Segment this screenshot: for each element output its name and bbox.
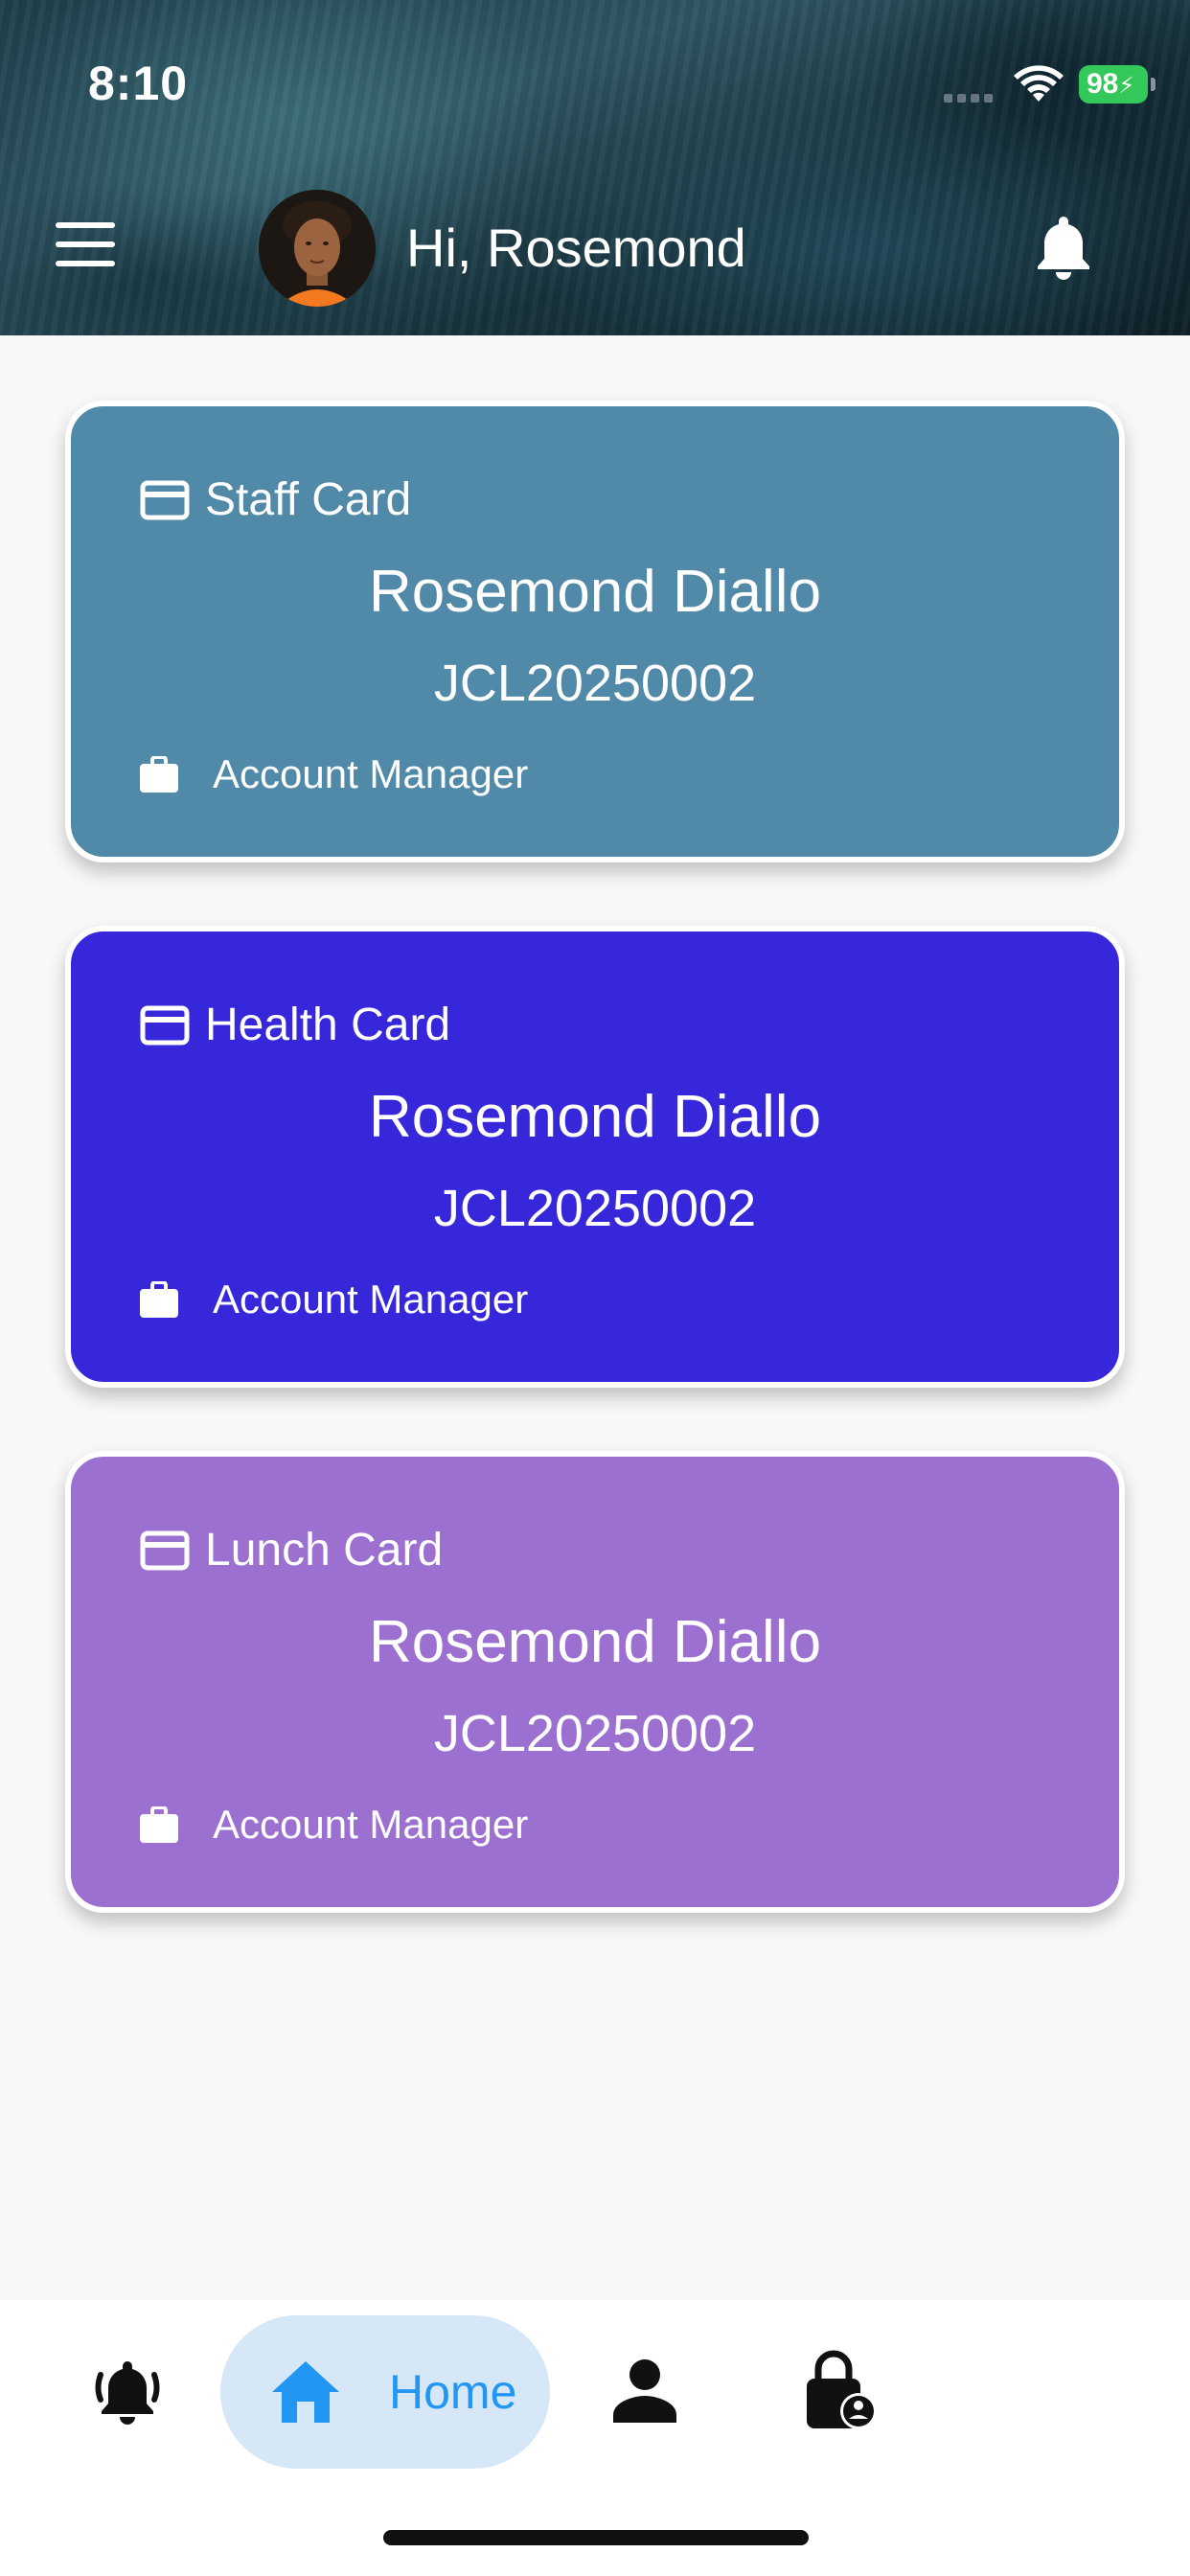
card-type: Lunch Card: [140, 1524, 443, 1576]
card-type-label: Lunch Card: [205, 1525, 444, 1576]
card-id-number: JCL20250002: [433, 655, 757, 712]
card-role: Account Manager: [140, 1276, 528, 1322]
bell-icon[interactable]: [1033, 213, 1094, 280]
header: 8:10 98⚡ Hi, Rosemond: [0, 0, 1190, 335]
greeting-text: Hi, Rosemond: [406, 218, 746, 278]
briefcase-icon: [140, 756, 178, 793]
nav-home-label: Home: [389, 2365, 517, 2419]
credit-card-icon: [140, 1005, 190, 1045]
wifi-icon: [1014, 65, 1064, 102]
battery-icon: 98⚡: [1079, 65, 1156, 104]
credit-card-icon: [140, 1530, 190, 1570]
home-indicator[interactable]: [383, 2530, 809, 2545]
card-type: Health Card: [140, 999, 450, 1051]
lunch-card[interactable]: Lunch Card Rosemond Diallo JCL20250002 A…: [65, 1451, 1125, 1913]
notification-bell-icon[interactable]: [92, 2356, 163, 2426]
card-role: Account Manager: [140, 1802, 528, 1848]
card-type-label: Staff Card: [205, 474, 412, 525]
cellular-signal-icon: [944, 90, 997, 107]
briefcase-icon: [140, 1281, 178, 1318]
card-id-number: JCL20250002: [433, 1705, 757, 1762]
card-type-label: Health Card: [205, 1000, 451, 1050]
card-role: Account Manager: [140, 751, 528, 797]
avatar-image: [259, 190, 376, 307]
health-card[interactable]: Health Card Rosemond Diallo JCL20250002 …: [65, 926, 1125, 1388]
battery-level: 98: [1087, 68, 1119, 100]
card-holder-name: Rosemond Diallo: [368, 1609, 822, 1675]
staff-card[interactable]: Staff Card Rosemond Diallo JCL20250002 A…: [65, 401, 1125, 862]
card-holder-name: Rosemond Diallo: [368, 1084, 822, 1150]
card-type: Staff Card: [140, 473, 411, 526]
briefcase-icon: [140, 1806, 178, 1843]
home-screen: 8:10 98⚡ Hi, Rosemond Staff Card Rosemon…: [0, 0, 1190, 2576]
credit-card-icon: [140, 480, 190, 519]
card-id-number: JCL20250002: [433, 1180, 757, 1237]
avatar[interactable]: [259, 190, 376, 307]
person-icon[interactable]: [611, 2358, 678, 2425]
card-holder-name: Rosemond Diallo: [368, 559, 822, 625]
home-icon: [272, 2361, 339, 2423]
card-role-label: Account Manager: [213, 751, 529, 796]
status-time: 8:10: [88, 57, 189, 110]
lock-person-icon[interactable]: [801, 2350, 878, 2430]
card-role-label: Account Manager: [213, 1802, 529, 1847]
hamburger-menu-icon[interactable]: [56, 222, 123, 270]
card-role-label: Account Manager: [213, 1276, 529, 1322]
nav-home-button[interactable]: Home: [220, 2315, 550, 2469]
